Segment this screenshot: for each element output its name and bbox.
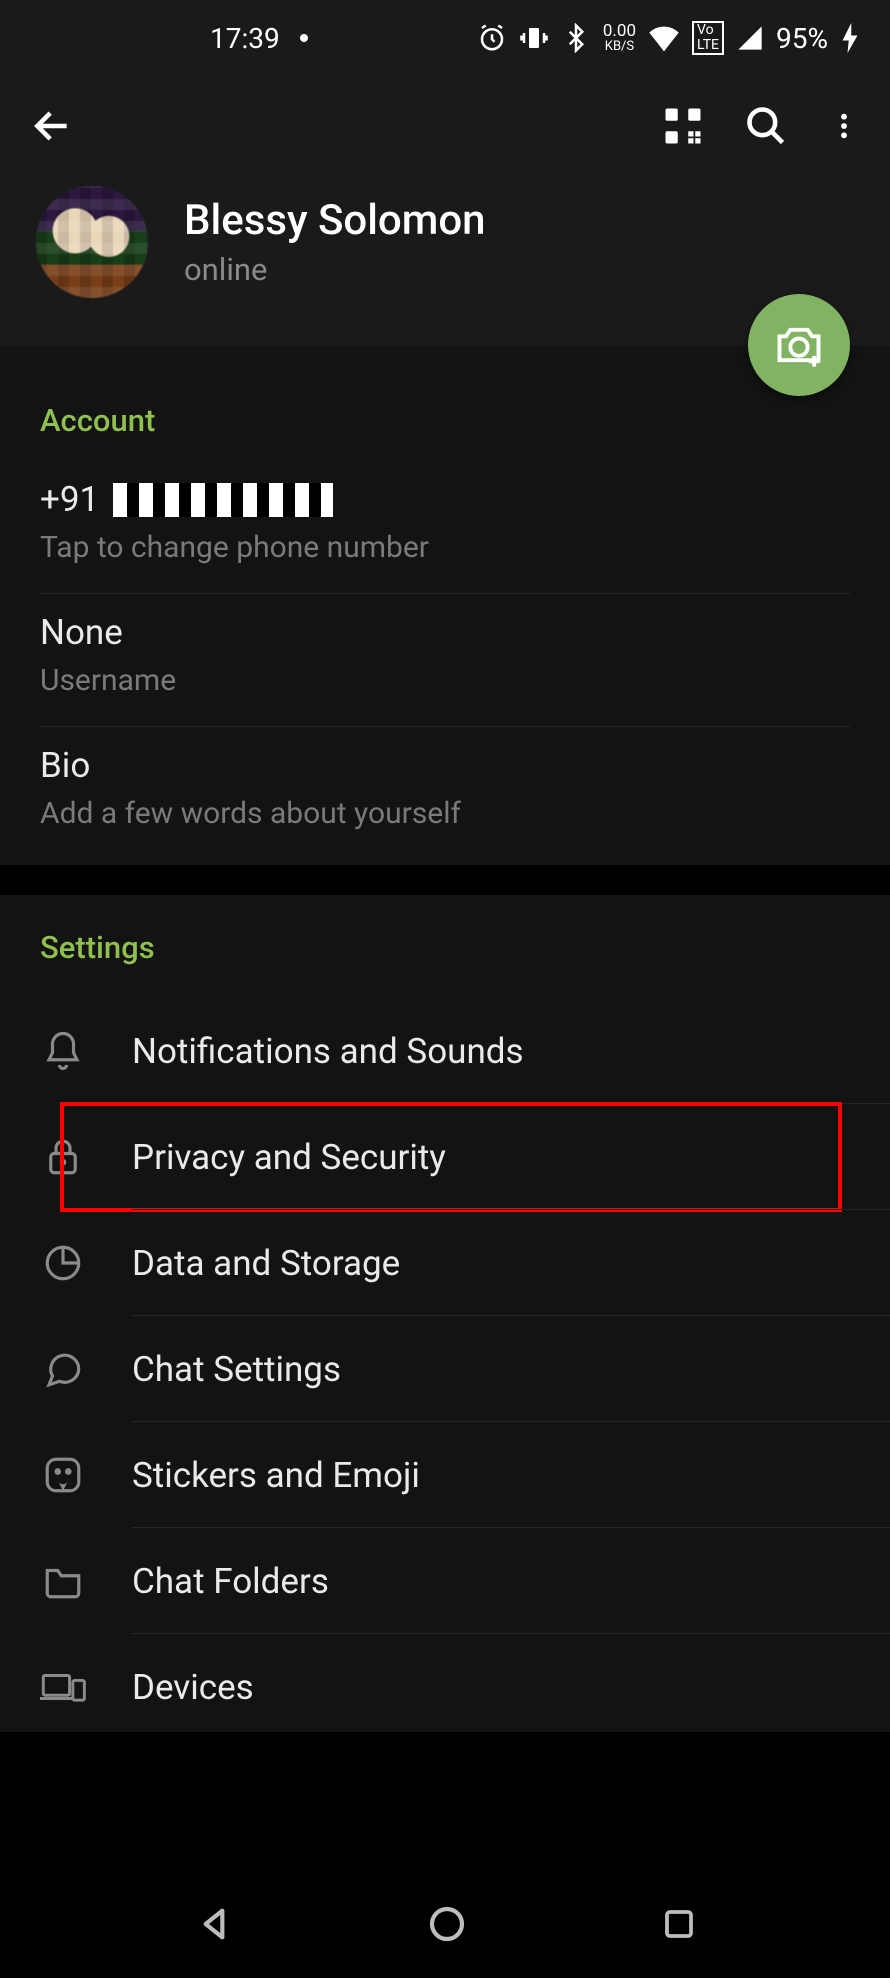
- chat-settings-row[interactable]: Chat Settings: [40, 1316, 850, 1422]
- devices-row[interactable]: Devices: [40, 1634, 850, 1732]
- pie-chart-icon: [40, 1240, 86, 1286]
- settings-item-label: Privacy and Security: [132, 1137, 446, 1178]
- data-and-storage-row[interactable]: Data and Storage: [40, 1210, 850, 1316]
- bluetooth-icon: [561, 23, 591, 53]
- status-time: 17:39: [210, 22, 280, 55]
- vibrate-icon: [519, 23, 549, 53]
- stickers-and-emoji-row[interactable]: Stickers and Emoji: [40, 1422, 850, 1528]
- folder-icon: [40, 1558, 86, 1604]
- nav-recent-button[interactable]: [661, 1906, 697, 1942]
- status-bar: 17:39 0.00 KB/S Vo LTE 95%: [0, 0, 890, 76]
- settings-item-label: Chat Folders: [132, 1561, 329, 1602]
- notifications-and-sounds-row[interactable]: Notifications and Sounds: [40, 998, 850, 1104]
- bell-icon: [40, 1028, 86, 1074]
- app-bar: [0, 76, 890, 176]
- settings-item-label: Chat Settings: [132, 1349, 341, 1390]
- settings-section: Settings Notifications and Sounds Privac…: [0, 895, 890, 1732]
- status-dot-icon: [300, 34, 308, 42]
- network-speed: 0.00 KB/S: [603, 23, 636, 53]
- section-separator: [0, 865, 890, 895]
- battery-percent: 95%: [776, 22, 828, 55]
- settings-item-label: Notifications and Sounds: [132, 1031, 524, 1072]
- lock-icon: [40, 1134, 86, 1180]
- username-row[interactable]: None Username: [40, 594, 850, 727]
- username-sub: Username: [40, 663, 850, 698]
- privacy-and-security-row[interactable]: Privacy and Security: [40, 1104, 850, 1210]
- bio-sub: Add a few words about yourself: [40, 796, 850, 831]
- avatar[interactable]: [36, 186, 148, 298]
- qr-code-button[interactable]: [662, 105, 704, 147]
- account-section: Account +91 Tap to change phone number N…: [0, 346, 890, 865]
- alarm-icon: [477, 23, 507, 53]
- phone-sub: Tap to change phone number: [40, 530, 850, 565]
- profile-status: online: [184, 251, 486, 288]
- bio-value: Bio: [40, 745, 850, 786]
- settings-item-label: Stickers and Emoji: [132, 1455, 420, 1496]
- more-options-button[interactable]: [828, 104, 860, 148]
- bio-row[interactable]: Bio Add a few words about yourself: [40, 727, 850, 865]
- profile-name: Blessy Solomon: [184, 196, 486, 245]
- chat-bubble-icon: [40, 1346, 86, 1392]
- search-button[interactable]: [744, 104, 788, 148]
- phone-number-redacted: [113, 483, 333, 517]
- volte-icon: Vo LTE: [692, 21, 724, 56]
- navigation-bar: [0, 1870, 890, 1978]
- profile-header: Blessy Solomon online: [0, 176, 890, 346]
- signal-icon: [736, 24, 764, 52]
- settings-item-label: Data and Storage: [132, 1243, 400, 1284]
- chat-folders-row[interactable]: Chat Folders: [40, 1528, 850, 1634]
- devices-icon: [40, 1664, 86, 1710]
- settings-item-label: Devices: [132, 1667, 254, 1708]
- nav-home-button[interactable]: [427, 1904, 467, 1944]
- phone-prefix: +91: [40, 479, 99, 520]
- phone-number-row[interactable]: +91 Tap to change phone number: [40, 461, 850, 594]
- settings-section-title: Settings: [40, 929, 850, 966]
- username-value: None: [40, 612, 850, 653]
- charging-icon: [840, 23, 860, 53]
- nav-back-button[interactable]: [194, 1904, 234, 1944]
- back-button[interactable]: [30, 104, 74, 148]
- sticker-icon: [40, 1452, 86, 1498]
- account-section-title: Account: [40, 402, 850, 439]
- wifi-icon: [648, 24, 680, 52]
- change-photo-button[interactable]: [748, 294, 850, 396]
